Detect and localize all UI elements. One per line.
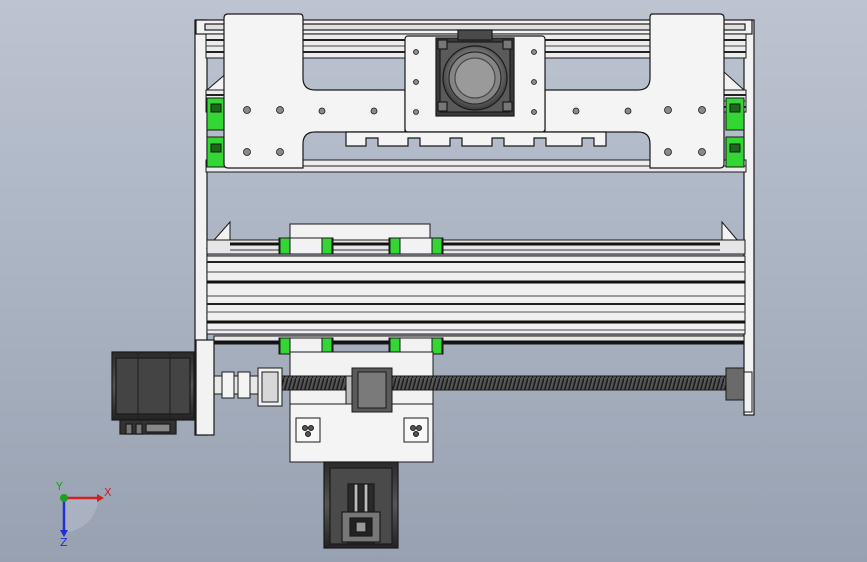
cad-model-view[interactable]: X Y Z (0, 0, 867, 562)
cad-viewport[interactable]: X Y Z (0, 0, 867, 562)
lead-screw (281, 367, 753, 413)
coupler (211, 367, 283, 407)
z-stepper-motor (435, 29, 515, 117)
x-axis-label: X (104, 486, 112, 499)
z-axis-label: Z (60, 536, 68, 549)
axis-triad: X Y Z (55, 480, 112, 549)
y-stepper-motor (323, 461, 399, 549)
carriage-top-right (388, 237, 444, 255)
y-axis-label: Y (55, 480, 63, 493)
carriage-top-left (278, 237, 334, 255)
frame-right-upright (743, 19, 755, 416)
comb-bracket (345, 131, 607, 147)
x-stepper-motor (111, 339, 215, 436)
y-axis-dot (60, 494, 68, 502)
